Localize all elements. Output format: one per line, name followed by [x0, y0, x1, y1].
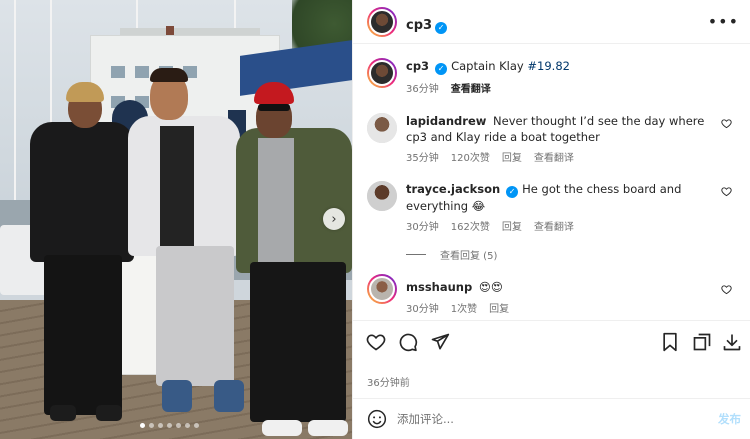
author-avatar[interactable]	[367, 58, 397, 88]
photo-mast	[14, 0, 16, 210]
comment-meta: 35分钟 120次赞 回复 查看翻译	[406, 149, 574, 164]
verified-badge-icon: ✓	[435, 21, 448, 34]
comment-username[interactable]: msshaunp	[406, 280, 472, 294]
comment-username[interactable]: trayce.jackson	[406, 182, 500, 196]
carousel-dot	[149, 423, 154, 428]
comment-body: 😍😍	[478, 280, 503, 294]
comment-like-count[interactable]: 1次赞	[451, 300, 477, 315]
download-icon[interactable]	[721, 331, 743, 353]
caption-hashtag[interactable]: #19.82	[527, 59, 570, 73]
comment-username[interactable]: lapidandrew	[406, 114, 486, 128]
caption-username[interactable]: cp3	[406, 59, 429, 73]
bookmark-icon[interactable]	[659, 331, 681, 353]
reply-link[interactable]: 回复	[502, 218, 522, 233]
carousel-dot	[194, 423, 199, 428]
verified-badge-icon: ✓	[506, 186, 519, 198]
carousel-dot	[185, 423, 190, 428]
commenter-avatar[interactable]	[367, 274, 397, 304]
commenter-avatar[interactable]	[367, 113, 397, 143]
comment-like-count[interactable]: 120次赞	[451, 149, 490, 164]
comment-text: lapidandrew Never thought I’d see the da…	[406, 113, 706, 145]
comment-composer: 发布	[353, 398, 750, 439]
comment-like-heart-icon[interactable]	[721, 284, 733, 296]
comment-icon[interactable]	[397, 331, 419, 353]
reply-link[interactable]: 回复	[489, 300, 509, 315]
comment-meta: 30分钟 162次赞 回复 查看翻译	[406, 218, 574, 233]
replies-divider	[406, 254, 426, 255]
view-replies-label[interactable]: 查看回复 (5)	[440, 247, 497, 262]
see-translation-link[interactable]: 查看翻译	[451, 80, 491, 95]
view-replies-link[interactable]: 查看回复 (5)	[406, 247, 497, 262]
carousel-dot	[158, 423, 163, 428]
comment-like-heart-icon[interactable]	[721, 186, 733, 198]
caption-age: 36分钟	[406, 84, 439, 95]
heart-icon[interactable]	[365, 331, 387, 353]
verified-badge-icon: ✓	[435, 63, 448, 75]
comment-age: 30分钟	[406, 222, 439, 233]
action-bar	[353, 320, 750, 364]
reply-link[interactable]: 回复	[502, 149, 522, 164]
caption-text: cp3 ✓ Captain Klay #19.82	[406, 58, 706, 75]
see-translation-link[interactable]: 查看翻译	[534, 218, 574, 233]
author-username[interactable]: cp3	[406, 18, 432, 33]
carousel-dot	[140, 423, 145, 428]
comment-age: 35分钟	[406, 153, 439, 164]
post-photo[interactable]: ›	[0, 0, 352, 439]
author-name-row: cp3 ✓	[406, 14, 448, 34]
caption-body: Captain Klay	[451, 59, 528, 73]
comment-meta: 30分钟 1次赞 回复	[406, 300, 509, 315]
see-translation-link[interactable]: 查看翻译	[534, 149, 574, 164]
caption-meta: 36分钟 查看翻译	[406, 80, 491, 95]
copy-icon[interactable]	[691, 331, 713, 353]
more-icon[interactable]: •••	[708, 12, 739, 31]
post-timestamp: 36分钟前	[367, 378, 410, 389]
carousel-dot	[167, 423, 172, 428]
comment-input[interactable]	[397, 409, 677, 429]
author-avatar[interactable]	[367, 7, 397, 37]
send-icon[interactable]	[429, 331, 451, 353]
chevron-right-icon: ›	[331, 211, 337, 227]
carousel-dot	[176, 423, 181, 428]
post-header: cp3 ✓ •••	[353, 0, 750, 44]
comment-like-heart-icon[interactable]	[721, 118, 733, 130]
post-side-panel: cp3 ✓ ••• cp3 ✓ Captain Klay #19.82 36分钟 查看…	[352, 0, 750, 439]
carousel-dots	[140, 423, 199, 428]
comment-text: msshaunp 😍😍	[406, 279, 706, 295]
comment-text: trayce.jackson ✓ He got the chess board an…	[406, 181, 706, 214]
post-comment-button[interactable]: 发布	[718, 411, 741, 427]
commenter-avatar[interactable]	[367, 181, 397, 211]
carousel-next-button[interactable]: ›	[323, 208, 345, 230]
emoji-icon[interactable]	[367, 409, 387, 429]
comment-like-count[interactable]: 162次赞	[451, 218, 490, 233]
comment-age: 30分钟	[406, 304, 439, 315]
